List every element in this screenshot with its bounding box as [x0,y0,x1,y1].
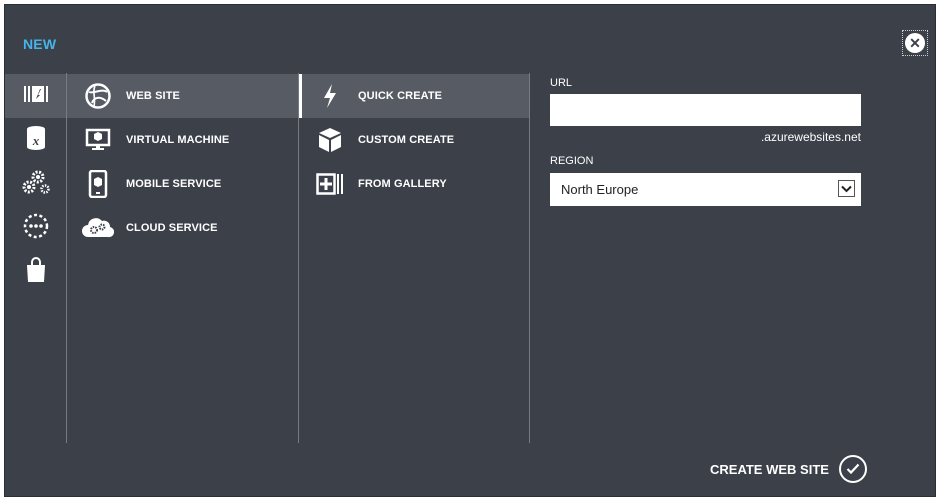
mobile-icon [82,168,114,200]
option-from-gallery[interactable]: FROM GALLERY [299,162,529,206]
create-web-site-button[interactable]: CREATE WEB SITE [710,455,867,483]
service-label: WEB SITE [126,90,180,102]
service-virtual-machine[interactable]: VIRTUAL MACHINE [67,118,298,162]
category-compute[interactable] [5,74,66,118]
close-button[interactable]: ✕ [902,30,928,56]
category-network-services[interactable] [5,206,66,250]
compute-icon [23,84,49,109]
cloud-gears-icon [82,212,114,244]
divider [529,73,530,443]
store-icon [25,256,47,288]
app-services-icon [22,169,50,200]
service-label: VIRTUAL MACHINE [126,134,230,146]
data-services-icon: x [25,125,47,156]
service-label: CLOUD SERVICE [126,222,218,234]
region-label: REGION [550,155,594,167]
dialog-title: NEW [23,36,57,52]
lightning-icon [314,80,346,112]
new-dialog: NEW ✕ x WEB SITE VIRTUAL MACHINE MOBILE … [4,4,936,497]
option-label: CUSTOM CREATE [358,134,455,146]
url-input[interactable] [550,94,861,126]
region-value: North Europe [561,182,639,197]
service-web-site[interactable]: WEB SITE [67,74,298,118]
chevron-down-icon[interactable] [838,180,855,197]
service-mobile-service[interactable]: MOBILE SERVICE [67,162,298,206]
close-icon: ✕ [905,33,925,53]
option-label: FROM GALLERY [358,178,447,190]
option-quick-create[interactable]: QUICK CREATE [299,74,529,118]
service-label: MOBILE SERVICE [126,178,222,190]
region-select[interactable]: North Europe [550,173,861,206]
option-label: QUICK CREATE [358,90,443,102]
gallery-icon [314,168,346,200]
service-cloud-service[interactable]: CLOUD SERVICE [67,206,298,250]
option-custom-create[interactable]: CUSTOM CREATE [299,118,529,162]
category-store[interactable] [5,250,66,294]
network-services-icon [22,212,50,245]
svg-text:x: x [31,133,39,148]
url-suffix: .azurewebsites.net [760,130,861,144]
create-label: CREATE WEB SITE [710,461,829,477]
checkmark-icon [838,455,867,483]
box-icon [314,124,346,156]
globe-icon [82,80,114,112]
category-app-services[interactable] [5,162,66,206]
category-data-services[interactable]: x [5,118,66,162]
url-label: URL [550,77,573,89]
monitor-icon [82,124,114,156]
